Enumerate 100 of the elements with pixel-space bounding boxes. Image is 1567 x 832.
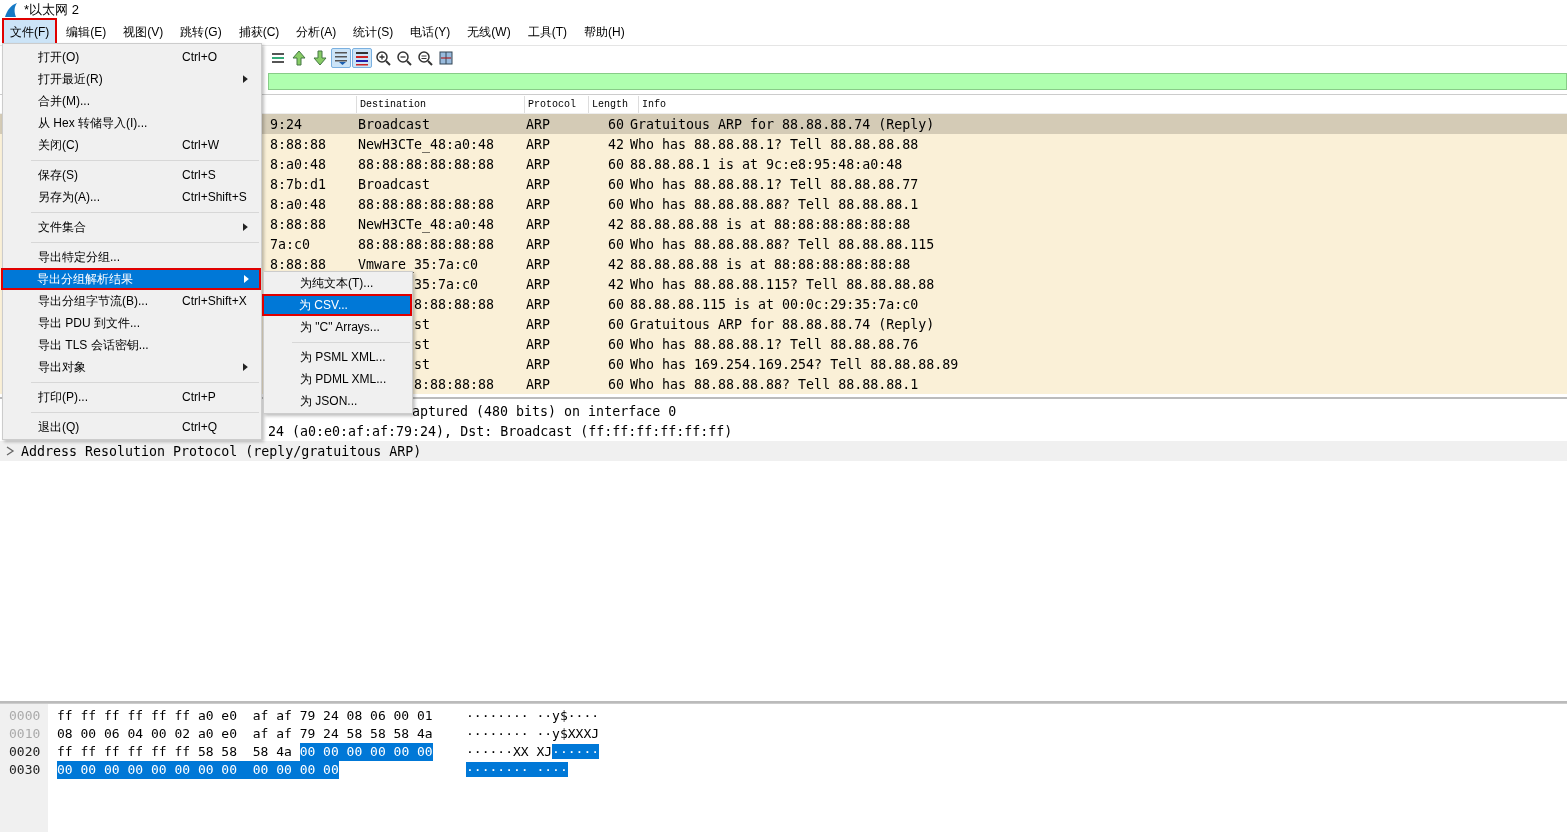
menu-item[interactable]: 统计(S) bbox=[345, 18, 402, 47]
menu-item[interactable]: 分析(A) bbox=[288, 18, 345, 47]
table-cell: ARP bbox=[526, 176, 551, 192]
menu-item[interactable]: 导出 PDU 到文件... bbox=[4, 312, 260, 334]
byte-offset: 0020 bbox=[8, 743, 42, 761]
column-header[interactable]: Protocol bbox=[524, 96, 588, 113]
menu-item[interactable]: 退出(Q) Ctrl+Q bbox=[4, 416, 260, 438]
table-cell: 35:7a:c0 bbox=[414, 276, 479, 292]
selected-hex-bytes: 00 00 00 00 00 00 00 00 00 00 00 00 bbox=[57, 761, 339, 779]
table-cell: NewH3CTe_48:a0:48 bbox=[358, 216, 495, 232]
menu-item[interactable]: 为 CSV... bbox=[262, 294, 412, 316]
ascii-text: ······XX XJ bbox=[466, 744, 553, 759]
menu-item[interactable]: 打开(O) Ctrl+O bbox=[4, 46, 260, 68]
menu-item[interactable]: 为纯文本(T)... bbox=[265, 272, 411, 294]
table-cell: ARP bbox=[526, 276, 551, 292]
table-cell: NewH3CTe_48:a0:48 bbox=[358, 136, 495, 152]
table-cell: ARP bbox=[526, 256, 551, 272]
menu-item[interactable]: 视图(V) bbox=[115, 18, 172, 47]
table-cell: st bbox=[414, 356, 430, 372]
hex-bytes: ff ff ff ff ff ff a0 e0 af af 79 24 08 06 00 01 bbox=[57, 707, 433, 725]
table-cell-text: 60 bbox=[608, 356, 625, 372]
resize-columns-icon bbox=[437, 49, 455, 67]
table-cell: 88.88.88.88 is at 88:88:88:88:88:88 bbox=[630, 256, 911, 272]
byte-offset: 0010 bbox=[8, 725, 42, 743]
table-cell: st bbox=[414, 316, 430, 332]
table-cell-text: 42 bbox=[608, 276, 625, 292]
menu-item[interactable]: 从 Hex 转储导入(I)... bbox=[4, 112, 260, 134]
menu-item[interactable]: 导出分组解析结果 bbox=[1, 268, 261, 290]
selected-ascii-text: ········ ···· bbox=[466, 762, 568, 777]
table-cell: 7a:c0 bbox=[270, 236, 311, 252]
shark-fin-icon bbox=[4, 2, 18, 18]
menu-item[interactable]: 关闭(C) Ctrl+W bbox=[4, 134, 260, 156]
column-header[interactable]: Length bbox=[588, 96, 638, 113]
table-cell-text: 42 bbox=[608, 216, 625, 232]
menu-item[interactable]: 导出 TLS 会话密钥... bbox=[4, 334, 260, 356]
autoscroll-icon bbox=[332, 49, 350, 67]
menu-item[interactable]: 跳转(G) bbox=[172, 18, 230, 47]
menu-item[interactable]: 打开最近(R) bbox=[4, 68, 260, 90]
menu-item[interactable]: 无线(W) bbox=[459, 18, 519, 47]
table-cell: Who has 88.88.88.88? Tell 88.88.88.1 bbox=[630, 196, 919, 212]
table-cell-text: 42 bbox=[608, 136, 625, 152]
table-cell: Broadcast bbox=[358, 116, 431, 132]
display-filter-field[interactable] bbox=[268, 73, 1567, 90]
menu-item[interactable]: 编辑(E) bbox=[58, 18, 115, 47]
byte-offset: 0000 bbox=[8, 707, 42, 725]
tree-item[interactable]: 24 (a0:e0:af:af:79:24), Dst: Broadcast (ff:ff:ff:ff:ff:ff) bbox=[268, 423, 733, 439]
table-cell: 8:a0:48 bbox=[270, 196, 327, 212]
table-cell: ARP bbox=[526, 196, 551, 212]
table-cell: st bbox=[414, 336, 430, 352]
table-cell: Vmware_35:7a:c0 bbox=[358, 256, 479, 272]
table-cell-text: 60 bbox=[608, 156, 625, 172]
table-cell: Who has 88.88.88.1? Tell 88.88.88.77 bbox=[630, 176, 919, 192]
table-cell: 88.88.88.115 is at 00:0c:29:35:7a:c0 bbox=[630, 296, 919, 312]
table-cell: 9:24 bbox=[270, 116, 303, 132]
table-cell: 8:88:88 bbox=[270, 256, 327, 272]
table-cell-text: 60 bbox=[608, 296, 625, 312]
menu-item[interactable]: 工具(T) bbox=[519, 18, 575, 47]
toolbar-button[interactable] bbox=[331, 48, 351, 68]
toolbar-button[interactable] bbox=[373, 48, 393, 68]
toolbar-button[interactable] bbox=[436, 48, 456, 68]
window-title: *以太网 2 bbox=[24, 1, 79, 19]
toolbar-button[interactable] bbox=[415, 48, 435, 68]
down-arrow-icon bbox=[311, 49, 329, 67]
hex-bytes: 08 00 06 04 00 02 a0 e0 af af 79 24 58 58 58 4a bbox=[57, 725, 433, 743]
column-header[interactable]: Destination bbox=[356, 96, 524, 113]
magnifier-icon bbox=[416, 49, 434, 67]
chevron-icon[interactable] bbox=[5, 446, 15, 456]
toolbar-button[interactable] bbox=[394, 48, 414, 68]
table-cell: Broadcast bbox=[358, 176, 431, 192]
table-cell: Who has 169.254.169.254? Tell 88.88.88.89 bbox=[630, 356, 959, 372]
table-cell: ARP bbox=[526, 236, 551, 252]
menu-item[interactable]: 捕获(C) bbox=[230, 18, 288, 47]
hex-bytes: ff ff ff ff ff ff 58 58 58 4a bbox=[57, 743, 293, 761]
zoom-in-icon bbox=[374, 49, 392, 67]
table-cell: Who has 88.88.88.88? Tell 88.88.88.115 bbox=[630, 236, 935, 252]
table-cell: 8:88:88 bbox=[270, 136, 327, 152]
table-cell: ARP bbox=[526, 156, 551, 172]
table-cell: Gratuitous ARP for 88.88.88.74 (Reply) bbox=[630, 316, 935, 332]
zoom-out-icon bbox=[395, 49, 413, 67]
table-cell: ARP bbox=[526, 376, 551, 392]
table-cell-text: 60 bbox=[608, 116, 625, 132]
menu-item[interactable]: 合并(M)... bbox=[4, 90, 260, 112]
column-header[interactable]: Info bbox=[638, 96, 1567, 113]
menu-item[interactable]: 帮助(H) bbox=[576, 18, 633, 47]
table-cell: 88:88:88:88:88:88 bbox=[358, 196, 495, 212]
table-cell-text: 60 bbox=[608, 176, 625, 192]
table-cell: 8:7b:d1 bbox=[270, 176, 327, 192]
table-cell: 8:88:88:88 bbox=[414, 376, 495, 392]
toolbar-button[interactable] bbox=[352, 48, 372, 68]
tree-item[interactable]: aptured (480 bits) on interface 0 bbox=[412, 403, 677, 419]
table-cell: 8:a0:48 bbox=[270, 156, 327, 172]
table-cell: ARP bbox=[526, 216, 551, 232]
table-cell: Who has 88.88.88.115? Tell 88.88.88.88 bbox=[630, 276, 935, 292]
table-cell: Who has 88.88.88.1? Tell 88.88.88.88 bbox=[630, 136, 919, 152]
table-cell: ARP bbox=[526, 316, 551, 332]
table-cell: 88:88:88:88:88:88 bbox=[358, 156, 495, 172]
ascii-text: ········ ··y$···· bbox=[466, 708, 600, 723]
menu-item[interactable]: 电话(Y) bbox=[402, 18, 459, 47]
table-cell: ARP bbox=[526, 136, 551, 152]
selected-ascii-text: ······ bbox=[552, 744, 600, 759]
